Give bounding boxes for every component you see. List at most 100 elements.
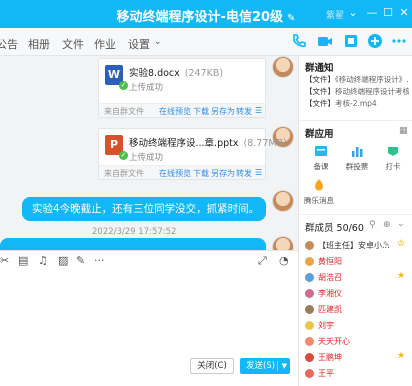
chat-area[interactable]: W 实验8.docx (247KB) ✓ 上传成功 来自群文件 在线预览 下载 另… bbox=[0, 56, 298, 250]
history-icon[interactable]: ◔ bbox=[279, 254, 289, 268]
notice-item[interactable]: 【文件】《移动终端程序设计》... bbox=[305, 74, 409, 85]
app-checkin[interactable]: 打卡 bbox=[375, 144, 411, 172]
phone-icon[interactable] bbox=[290, 32, 308, 50]
divider bbox=[299, 214, 412, 215]
upload-success-icon: ✓ bbox=[119, 151, 128, 160]
file-source: 来自群文件 bbox=[104, 107, 144, 116]
file-actions: 来自群文件 在线预览 下载 另存为 转发 ☰ bbox=[99, 165, 265, 179]
tab-announcement[interactable]: 公告 bbox=[0, 36, 18, 52]
avatar bbox=[305, 305, 314, 314]
tab-homework[interactable]: 作业 bbox=[94, 36, 116, 52]
app-message[interactable]: 腾乐消息 bbox=[301, 178, 337, 206]
notice-title: 群通知 bbox=[305, 63, 334, 74]
preview-link[interactable]: 在线预览 bbox=[159, 168, 191, 179]
avatar bbox=[305, 257, 314, 266]
message-app-icon bbox=[315, 179, 323, 191]
menu-icon[interactable]: ☰ bbox=[255, 168, 262, 177]
divider bbox=[299, 120, 412, 121]
tab-settings[interactable]: 设置 bbox=[128, 36, 150, 52]
sender-avatar[interactable] bbox=[272, 190, 294, 212]
file-name: 实验8.docx (247KB) bbox=[129, 68, 224, 79]
close-window-button[interactable]: ✕ bbox=[396, 5, 412, 21]
member-name: 胡浩召 bbox=[318, 273, 342, 282]
download-link[interactable]: 下载 bbox=[193, 168, 209, 179]
chevron-down-icon[interactable]: ⌄ bbox=[154, 37, 162, 47]
notice-item[interactable]: 【文件】移动终端程序设计考核... bbox=[305, 86, 409, 97]
member-name: 刘宇 bbox=[318, 321, 334, 330]
app-label: 打卡 bbox=[385, 162, 401, 171]
admin-icon: ★ bbox=[397, 351, 406, 361]
preview-link[interactable]: 在线预览 bbox=[159, 106, 191, 117]
message-timestamp: 2022/3/29 17:57:52 bbox=[92, 227, 177, 237]
group-side-panel: 群通知 【文件】《移动终端程序设计》... 【文件】移动终端程序设计考核... … bbox=[298, 56, 412, 386]
avatar bbox=[305, 337, 314, 346]
vote-icon bbox=[352, 147, 363, 157]
edit-name-icon[interactable]: ✎ bbox=[287, 13, 295, 24]
dropdown-button[interactable]: ⌄ bbox=[345, 5, 361, 21]
avatar bbox=[305, 289, 314, 298]
send-label: 发送(S) bbox=[246, 361, 276, 371]
member-name: 天天开心 bbox=[318, 337, 350, 346]
more-icon[interactable] bbox=[390, 32, 408, 50]
sender-avatar[interactable] bbox=[272, 56, 294, 78]
add-icon[interactable] bbox=[366, 32, 384, 50]
file-actions: 来自群文件 在线预览 下载 另存为 转发 ☰ bbox=[99, 103, 265, 117]
maximize-button[interactable]: ☐ bbox=[380, 5, 396, 21]
edit-icon[interactable]: ✎ bbox=[383, 240, 390, 249]
mute-icon[interactable]: ✎ bbox=[76, 254, 85, 268]
send-options-icon[interactable]: ▼ bbox=[282, 358, 287, 374]
app-label: 腾乐消息 bbox=[304, 196, 334, 205]
download-link[interactable]: 下载 bbox=[193, 106, 209, 117]
sender-avatar[interactable] bbox=[272, 236, 294, 250]
owner-icon: ♔ bbox=[397, 239, 406, 249]
text-message[interactable]: 实验4今晚截止，还有三位同学没交，抓紧时间。 bbox=[22, 197, 266, 221]
folder-icon[interactable]: ▤ bbox=[18, 254, 28, 268]
app-label: 群投票 bbox=[345, 162, 369, 171]
image-icon[interactable]: ▨ bbox=[58, 254, 68, 268]
tab-files[interactable]: 文件 bbox=[62, 36, 84, 52]
app-vote[interactable]: 群投票 bbox=[339, 144, 375, 172]
member-name: 黄恒阳 bbox=[318, 257, 342, 266]
member-name: 李湘仪 bbox=[318, 289, 342, 298]
app-lesson[interactable]: 备课 bbox=[303, 144, 339, 172]
close-button[interactable]: 关闭(C) bbox=[190, 358, 234, 374]
apps-title: 群应用 bbox=[305, 129, 334, 140]
video-call-icon[interactable] bbox=[316, 32, 334, 50]
tab-album[interactable]: 相册 bbox=[28, 36, 50, 52]
screen-share-icon[interactable] bbox=[342, 32, 360, 50]
message-input[interactable]: 关闭(C) 发送(S) ▼ bbox=[0, 270, 298, 386]
menu-icon[interactable]: ☰ bbox=[255, 106, 262, 115]
search-member-icon[interactable]: ⚲ bbox=[369, 220, 376, 230]
avatar bbox=[305, 321, 314, 330]
send-button[interactable]: 发送(S) ▼ bbox=[240, 358, 290, 374]
avatar bbox=[305, 369, 314, 378]
group-name: 移动终端程序设计-电信20级 bbox=[116, 10, 284, 25]
avatar bbox=[305, 273, 314, 282]
file-message-card[interactable]: W 实验8.docx (247KB) ✓ 上传成功 来自群文件 在线预览 下载 另… bbox=[98, 58, 266, 118]
member-name: 匹建凯 bbox=[318, 305, 342, 314]
member-item[interactable]: 【班主任】安卓小... bbox=[305, 240, 405, 252]
send-divider bbox=[277, 361, 278, 371]
add-member-icon[interactable]: ⊕ bbox=[383, 220, 391, 230]
upload-status: 上传成功 bbox=[129, 83, 164, 93]
expand-icon[interactable]: ⤢ bbox=[258, 254, 267, 268]
lesson-icon bbox=[315, 146, 327, 156]
scissors-icon[interactable]: ✂ bbox=[0, 254, 9, 268]
chevron-down-icon[interactable]: ⌄ bbox=[397, 219, 405, 229]
forward-link[interactable]: 转发 bbox=[236, 168, 252, 179]
checkin-icon bbox=[388, 147, 398, 156]
apps-grid-icon[interactable]: ▦ bbox=[399, 126, 408, 136]
save-as-link[interactable]: 另存为 bbox=[211, 168, 235, 179]
member-name: 【班主任】安卓小... bbox=[318, 241, 390, 250]
forward-link[interactable]: 转发 bbox=[236, 106, 252, 117]
current-user[interactable]: 紫翟 bbox=[326, 8, 344, 21]
title-bar: 移动终端程序设计-电信20级 ✎ 紫翟 ⌄ — ☐ ✕ bbox=[0, 0, 412, 28]
notice-item[interactable]: 【文件】考核-2.mp4 bbox=[305, 98, 409, 109]
save-as-link[interactable]: 另存为 bbox=[211, 106, 235, 117]
upload-status: 上传成功 bbox=[129, 153, 164, 163]
more-tools-icon[interactable]: ··· bbox=[94, 254, 105, 268]
text-message-partial[interactable] bbox=[0, 238, 266, 250]
minimize-button[interactable]: — bbox=[364, 5, 380, 21]
music-icon[interactable]: ♫ bbox=[38, 254, 48, 268]
file-message-card[interactable]: P 移动终端程序设...章.pptx (8.77MB) ✓ 上传成功 来自群文件 … bbox=[98, 128, 287, 180]
